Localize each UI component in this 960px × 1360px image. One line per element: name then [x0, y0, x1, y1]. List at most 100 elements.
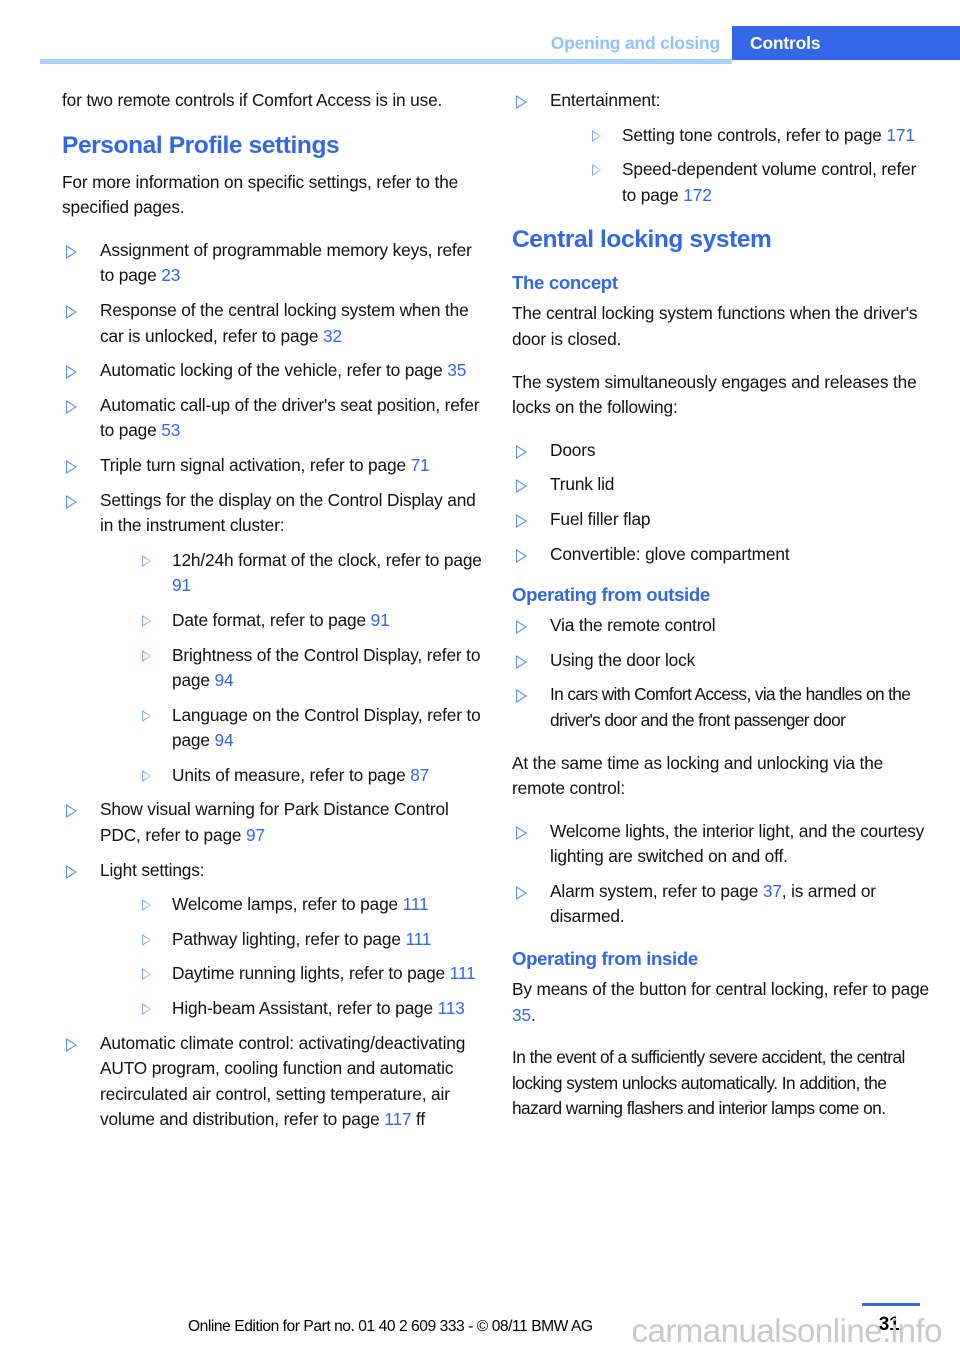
list-item-text: Automatic locking of the vehicle, refer … [100, 360, 448, 381]
list-item-light-settings: Light settings: Welcome lamps, refer to … [62, 858, 484, 1022]
sub-list-item-text: Speed-dependent volume control, refer to… [622, 159, 917, 205]
triangle-bullet-icon [516, 689, 527, 704]
page-reference[interactable]: 53 [161, 420, 180, 440]
list-item-pdc: Show visual warning for Park Distance Co… [62, 797, 484, 848]
sub-list-item-text: Pathway lighting, refer to page [172, 928, 406, 949]
triangle-bullet-icon [142, 649, 151, 662]
sub-list-item-text: Units of measure, refer to page [172, 764, 411, 785]
list-item: Fuel filler flap [512, 507, 934, 533]
sub-list-item-text: Daytime running lights, refer to page [172, 963, 450, 984]
list-item-text: Response of the central locking system w… [100, 299, 469, 346]
sub-list-item: Speed-dependent volume control, refer to… [590, 157, 934, 208]
inside-paragraph-2: In the event of a sufficiently severe ac… [512, 1047, 905, 1119]
list-item: Doors [512, 438, 934, 464]
footer-edition-note: Online Edition for Part no. 01 40 2 609 … [188, 1318, 593, 1335]
list-item-suffix: ff [411, 1109, 426, 1130]
heading-personal-profile-settings: Personal Profile settings [62, 131, 340, 159]
concept-list: Doors Trunk lid Fuel filler flap Convert… [512, 438, 934, 567]
page-reference[interactable]: 71 [411, 455, 430, 475]
entertainment-sublist: Setting tone controls, refer to page 171… [590, 123, 934, 209]
page-reference[interactable]: 97 [246, 825, 265, 845]
sub-list-item: Language on the Control Display, refer t… [140, 703, 484, 754]
page-reference[interactable]: 94 [215, 730, 234, 750]
page-reference[interactable]: 111 [403, 894, 429, 914]
inside-paragraph-1-suffix: . [530, 1004, 536, 1025]
page-reference[interactable]: 91 [172, 575, 191, 595]
sub-list-item: Brightness of the Control Display, refer… [140, 643, 484, 694]
triangle-bullet-icon [66, 494, 77, 509]
page-header: Opening and closing Controls [0, 0, 960, 68]
page-reference[interactable]: 35 [447, 360, 466, 380]
list-item: Welcome lights, the interior light, and … [512, 819, 934, 870]
list-item: Assignment of programmable memory keys, … [62, 238, 484, 289]
sub-list-item: Welcome lamps, refer to page 111 [140, 892, 484, 918]
operating-outside-list: Via the remote control Using the door lo… [512, 613, 934, 733]
list-item-text: Triple turn signal activation, refer to … [100, 454, 411, 475]
triangle-bullet-icon [142, 614, 151, 627]
triangle-bullet-icon [516, 513, 527, 528]
list-item-text: Trunk lid [550, 474, 615, 495]
triangle-bullet-icon [516, 825, 527, 840]
entertainment-list: Entertainment: Setting tone controls, re… [512, 88, 934, 208]
page-reference[interactable]: 172 [683, 185, 712, 205]
list-item-text: Fuel filler flap [550, 508, 651, 529]
page-reference[interactable]: 171 [886, 125, 915, 145]
list-item: Trunk lid [512, 472, 934, 498]
page-reference[interactable]: 117 [384, 1109, 411, 1129]
page-reference[interactable]: 94 [215, 670, 234, 690]
page-reference[interactable]: 23 [161, 265, 180, 285]
page-reference[interactable]: 111 [405, 929, 431, 949]
sub-list-item-text: Welcome lamps, refer to page [172, 894, 403, 915]
triangle-bullet-icon [142, 709, 151, 722]
list-item-text: Settings for the display on the Control … [100, 489, 476, 536]
list-item-text: Show visual warning for Park Distance Co… [100, 799, 449, 846]
page-reference[interactable]: 35 [512, 1005, 531, 1025]
list-item-text: In cars with Comfort Access, via the han… [550, 684, 911, 730]
triangle-bullet-icon [516, 95, 527, 109]
page-reference[interactable]: 113 [438, 998, 465, 1018]
sub-list-item: Units of measure, refer to page 87 [140, 763, 484, 789]
list-item-text: Using the door lock [550, 649, 696, 670]
triangle-bullet-icon [142, 1003, 151, 1016]
footer-rule [862, 1303, 920, 1306]
sub-list-item: Setting tone controls, refer to page 171 [590, 123, 934, 149]
page-reference[interactable]: 91 [371, 610, 390, 630]
concept-paragraph-1: The central locking system functions whe… [512, 303, 918, 349]
list-item: Automatic call-up of the driver's seat p… [62, 393, 484, 444]
page-reference[interactable]: 37 [763, 881, 782, 901]
page-number: 31 [878, 1314, 900, 1335]
heading-central-locking-system: Central locking system [512, 226, 772, 254]
display-settings-sublist: 12h/24h format of the clock, refer to pa… [140, 548, 484, 789]
triangle-bullet-icon [142, 899, 151, 912]
concept-paragraph-2: The system simultaneously engages and re… [512, 371, 917, 418]
sub-list-item-text: 12h/24h format of the clock, refer to pa… [172, 549, 482, 570]
list-item-text: Welcome lights, the interior light, and … [550, 820, 925, 867]
page-reference[interactable]: 111 [450, 963, 476, 983]
triangle-bullet-icon [592, 129, 601, 142]
heading-operating-from-inside: Operating from inside [512, 948, 698, 970]
intro-paragraph: for two remote controls if Comfort Acces… [62, 90, 443, 110]
sub-list-item-text: High-beam Assistant, refer to page [172, 998, 438, 1019]
header-section-tab: Controls [732, 26, 960, 60]
heading-operating-from-outside: Operating from outside [512, 584, 710, 606]
triangle-bullet-icon [142, 554, 151, 567]
sub-list-item-text: Date format, refer to page [172, 609, 371, 630]
page-reference[interactable]: 32 [323, 326, 342, 346]
list-item-climate-control: Automatic climate control: activating/de… [62, 1031, 484, 1133]
triangle-bullet-icon [142, 769, 151, 782]
outside-effects-list: Welcome lights, the interior light, and … [512, 819, 934, 930]
personal-profile-intro: For more information on specific setting… [62, 171, 459, 218]
list-item-display-settings: Settings for the display on the Control … [62, 488, 484, 789]
inside-paragraph-1: By means of the button for central locki… [512, 977, 934, 1028]
page-footer: Online Edition for Part no. 01 40 2 609 … [0, 1280, 960, 1360]
list-item: Alarm system, refer to page 37, is armed… [512, 879, 934, 930]
page-reference[interactable]: 87 [410, 765, 429, 785]
triangle-bullet-icon [516, 548, 527, 563]
triangle-bullet-icon [516, 479, 527, 494]
list-item: Convertible: glove compartment [512, 542, 934, 568]
list-item: Automatic locking of the vehicle, refer … [62, 358, 484, 384]
triangle-bullet-icon [516, 620, 527, 635]
list-item-text: Via the remote control [550, 615, 716, 636]
list-item: Triple turn signal activation, refer to … [62, 453, 484, 479]
light-settings-sublist: Welcome lamps, refer to page 111 Pathway… [140, 892, 484, 1021]
